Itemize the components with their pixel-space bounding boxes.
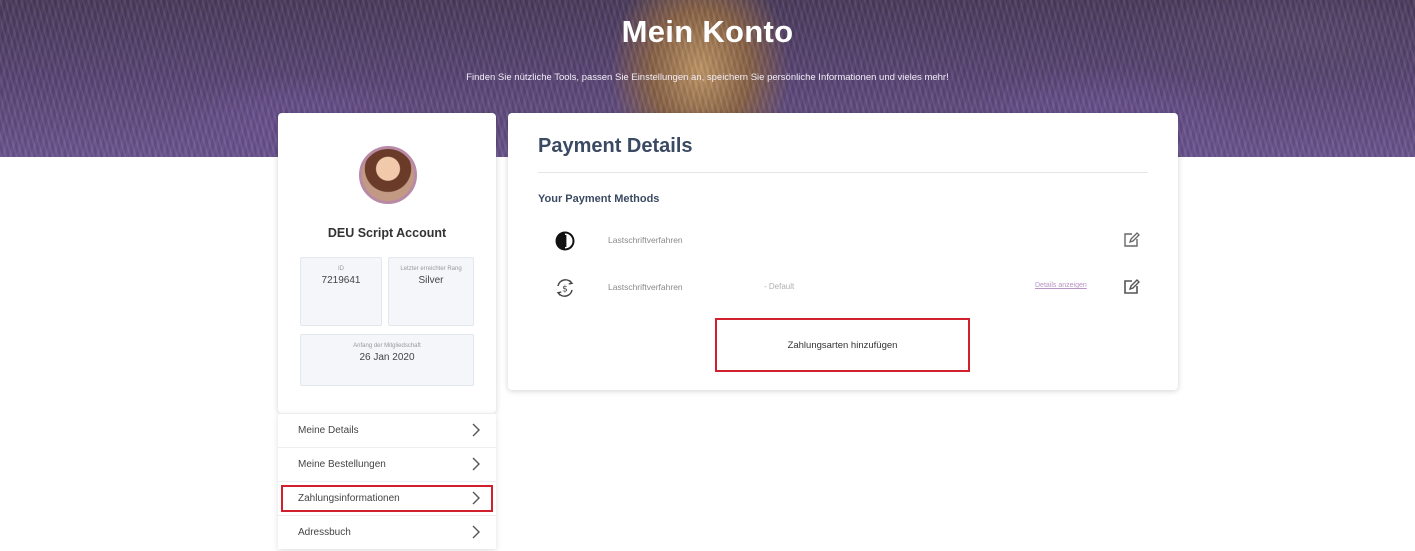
chevron-right-icon xyxy=(472,423,480,437)
stat-member-since-value: 26 Jan 2020 xyxy=(359,352,415,363)
nav-item-meine-details[interactable]: Meine Details xyxy=(278,413,496,447)
stat-id: ID 7219641 xyxy=(300,257,382,326)
add-payment-method-button[interactable]: Zahlungsarten hinzufügen xyxy=(715,318,970,372)
chevron-right-icon xyxy=(472,457,480,471)
page-title: Mein Konto xyxy=(621,14,794,49)
edit-icon[interactable] xyxy=(1122,231,1140,249)
stat-rank: Letzter erreichter Rang Silver xyxy=(388,257,474,326)
chevron-right-icon xyxy=(472,491,480,505)
nav-item-label: Adressbuch xyxy=(298,527,351,538)
svg-text:$: $ xyxy=(562,284,568,294)
avatar xyxy=(359,146,417,204)
stat-member-since-label: Anfang der Mitgliedschaft xyxy=(353,343,421,349)
nav-item-zahlungsinformationen[interactable]: Zahlungsinformationen xyxy=(278,481,496,515)
stat-rank-value: Silver xyxy=(418,275,444,286)
payment-methods-heading: Your Payment Methods xyxy=(538,193,660,205)
currency-exchange-icon: $ xyxy=(556,279,574,297)
nav-item-meine-bestellungen[interactable]: Meine Bestellungen xyxy=(278,447,496,481)
stat-member-since: Anfang der Mitgliedschaft 26 Jan 2020 xyxy=(300,334,474,386)
account-name: DEU Script Account xyxy=(327,226,447,240)
payment-method-name: Lastschriftverfahren xyxy=(608,282,683,292)
default-badge: - Default xyxy=(764,282,795,291)
stat-rank-label: Letzter erreichter Rang xyxy=(400,266,462,272)
profile-card: DEU Script Account ID 7219641 Letzter er… xyxy=(278,113,496,413)
account-nav-menu: Meine Details Meine Bestellungen Zahlung… xyxy=(278,413,496,549)
page-subtitle: Finden Sie nützliche Tools, passen Sie E… xyxy=(466,72,949,83)
nav-item-label: Zahlungsinformationen xyxy=(298,493,400,504)
stat-id-label: ID xyxy=(338,266,344,272)
payment-method-row: $ Lastschriftverfahren - Default Details… xyxy=(538,273,1148,303)
payment-details-title: Payment Details xyxy=(538,135,693,157)
payment-method-row: Lastschriftverfahren xyxy=(538,226,1148,256)
chevron-right-icon xyxy=(472,525,480,539)
nav-item-adressbuch[interactable]: Adressbuch xyxy=(278,515,496,549)
divider xyxy=(538,172,1148,173)
edit-icon[interactable] xyxy=(1122,278,1140,296)
stat-id-value: 7219641 xyxy=(321,275,361,286)
nav-item-label: Meine Details xyxy=(298,425,359,436)
nav-item-label: Meine Bestellungen xyxy=(298,459,386,470)
payment-details-card: Payment Details Your Payment Methods Las… xyxy=(508,113,1178,390)
direct-debit-icon xyxy=(555,231,575,251)
details-link[interactable]: Details anzeigen xyxy=(1035,282,1087,289)
payment-method-name: Lastschriftverfahren xyxy=(608,235,683,245)
